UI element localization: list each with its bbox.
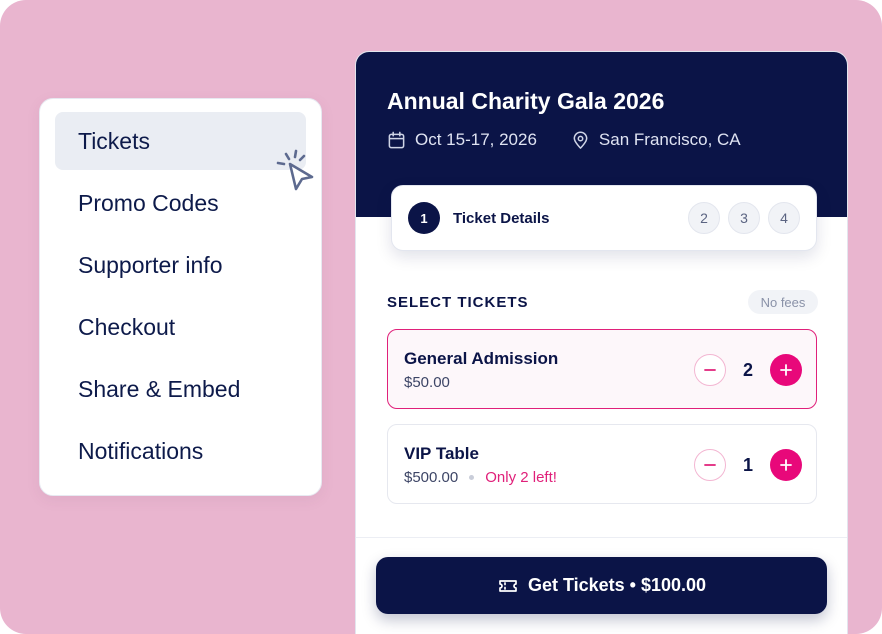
menu-item-notifications[interactable]: Notifications (55, 422, 306, 480)
quantity-value: 2 (742, 359, 753, 380)
event-location: San Francisco, CA (598, 130, 741, 149)
minus-icon (704, 464, 716, 466)
decrease-quantity-button[interactable] (694, 354, 726, 386)
step-1-indicator[interactable]: 1 (408, 202, 440, 234)
ticket-row-general-admission[interactable]: General Admission $50.00 2 (387, 329, 817, 409)
ticket-price-value: $50.00 (404, 374, 450, 391)
step-1-label: Ticket Details (453, 209, 550, 227)
calendar-icon (388, 131, 405, 148)
click-cursor-icon (276, 149, 314, 191)
step-4-indicator[interactable]: 4 (768, 202, 800, 234)
select-tickets-heading: SELECT TICKETS (387, 294, 529, 311)
ticket-icon (499, 579, 517, 592)
quantity-stepper: 1 (694, 449, 802, 481)
minus-icon (704, 369, 716, 371)
plus-icon (780, 459, 792, 471)
menu-item-checkout[interactable]: Checkout (55, 298, 306, 356)
get-tickets-label: Get Tickets • $100.00 (527, 575, 707, 595)
ticket-row-vip-table[interactable]: VIP Table $500.00 Only 2 left! 1 (387, 424, 817, 504)
ticket-price: $500.00 Only 2 left! (404, 469, 557, 486)
map-pin-icon (573, 130, 588, 149)
checkout-stepper: 1 Ticket Details 2 3 4 (391, 185, 817, 251)
menu-item-tickets[interactable]: Tickets (55, 112, 306, 170)
step-3-indicator[interactable]: 3 (728, 202, 760, 234)
plus-icon (780, 364, 792, 376)
event-title: Annual Charity Gala 2026 (387, 88, 665, 114)
ticket-price-value: $500.00 (404, 469, 459, 486)
increase-quantity-button[interactable] (770, 354, 802, 386)
ticket-price: $50.00 (404, 374, 450, 391)
event-dates: Oct 15-17, 2026 (415, 130, 537, 149)
menu-item-promo-codes[interactable]: Promo Codes (55, 174, 306, 232)
quantity-value: 1 (742, 454, 753, 475)
footer-divider (356, 537, 847, 538)
event-meta: Oct 15-17, 2026 San Francisco, CA (387, 130, 741, 150)
decrease-quantity-button[interactable] (694, 449, 726, 481)
no-fees-badge: No fees (748, 290, 818, 314)
increase-quantity-button[interactable] (770, 449, 802, 481)
availability-note: Only 2 left! (485, 469, 557, 486)
quantity-stepper: 2 (694, 354, 802, 386)
ticket-widget: Annual Charity Gala 2026 Oct 15-17, 2026… (355, 51, 848, 634)
ticket-name: VIP Table (404, 444, 479, 463)
step-2-indicator[interactable]: 2 (688, 202, 720, 234)
canvas-background: Tickets Promo Codes Supporter info Check… (0, 0, 882, 634)
menu-item-supporter-info[interactable]: Supporter info (55, 236, 306, 294)
get-tickets-button[interactable]: Get Tickets • $100.00 (376, 557, 827, 614)
separator-dot (469, 475, 475, 480)
menu-item-share-embed[interactable]: Share & Embed (55, 360, 306, 418)
ticket-name: General Admission (404, 349, 559, 368)
